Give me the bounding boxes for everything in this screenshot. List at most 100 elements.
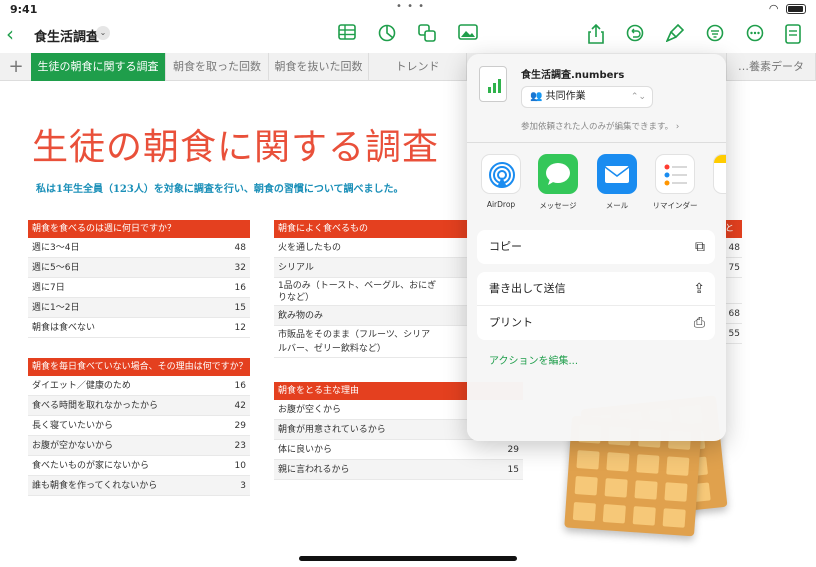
row-label: シリアル [278,263,314,273]
row-label: ダイエット／健康のため [32,381,131,391]
table-header: 朝食を食べるのは週に何日ですか？ [28,220,250,238]
row-label: 食べる時間を取れなかったから [32,401,159,411]
export-action[interactable]: 書き出して送信 ⇪ [477,272,715,306]
row-label: 市販品をそのまま（フルーツ、シリアルバー、ゼリー飲料など） [278,330,431,354]
row-label: 火を通したもの [278,243,342,253]
share-app-airdrop[interactable]: AirDrop [475,154,527,209]
row-value: 16 [234,381,246,391]
table-row[interactable]: 市販品をそのまま（フルーツ、シリアルバー、ゼリー飲料など） [274,326,468,358]
common-foods-table[interactable]: 朝食によく食べるもの 火を通したもの シリアル 1品のみ（トースト、ベーグル、お… [274,220,468,358]
table-row[interactable]: 週に3〜4日 48 [28,238,250,258]
days-table[interactable]: 朝食を食べるのは週に何日ですか？ 週に3〜4日 48 週に5〜6日 32 週に7日 1… [28,220,250,338]
print-action[interactable]: プリント ⎙ [477,306,715,340]
battery-icon [786,4,806,14]
permission-link[interactable]: 参加依頼された人のみが編集できます。 › [521,120,679,132]
copy-group: コピー ⧉ [477,230,715,264]
format-brush-icon[interactable] [664,23,686,46]
table-header: 朝食によく食べるもの [274,220,468,238]
table-header: 朝食を毎日食べていない場合、その理由は何ですか？ [28,358,250,376]
tab-breakfast-count[interactable]: 朝食を取った回数 [166,53,269,81]
tab-nutrition-data[interactable]: …養素データ [726,53,816,81]
row-label: 週に5〜6日 [32,263,80,273]
edit-actions-link[interactable]: アクションを編集... [489,352,578,367]
tab-breakfast-survey[interactable]: 生徒の朝食に関する調査 [31,53,166,81]
row-value: 15 [507,465,519,475]
status-time: 9:41 [10,3,38,16]
shapes-icon[interactable] [416,24,438,46]
status-indicators: ◠ [769,2,806,15]
document-icon[interactable] [782,24,804,46]
collaboration-selector[interactable]: 👥 共同作業 ⌃⌄ [521,86,653,108]
table-row[interactable]: 食べたいものが家にないから 10 [28,456,250,476]
table-row[interactable]: ダイエット／健康のため 16 [28,376,250,396]
chevron-right-icon: › [675,122,680,132]
tab-skipped-count[interactable]: 朝食を抜いた回数 [269,53,369,81]
add-sheet-button[interactable]: + [4,53,28,81]
row-value: 48 [234,243,246,253]
row-value: 12 [234,323,246,333]
share-app-messages[interactable]: メッセージ [532,154,584,211]
divider [467,142,726,143]
row-label: 週に7日 [32,283,65,293]
row-value: 10 [234,461,246,471]
table-row[interactable]: 火を通したもの [274,238,468,258]
organize-icon[interactable] [704,24,726,46]
multitasking-dots[interactable]: • • • [396,1,425,12]
wifi-icon: ◠ [768,2,779,15]
table-row[interactable]: 食べる時間を取れなかったから 42 [28,396,250,416]
table-row[interactable]: 長く寝ていたいから 29 [28,416,250,436]
row-value: 29 [507,445,519,455]
table-row[interactable]: お腹が空かないから 23 [28,436,250,456]
share-sheet: 食生活調査.numbers 👥 共同作業 ⌃⌄ 参加依頼された人のみが編集できま… [467,54,726,441]
file-name: 食生活調査.numbers [521,70,625,81]
table-row[interactable]: 飲み物のみ [274,306,468,326]
export-print-group: 書き出して送信 ⇪ プリント ⎙ [477,272,715,340]
export-icon: ⇪ [693,281,705,297]
permission-text: 参加依頼された人のみが編集できます。 [521,122,674,132]
row-label: お腹が空くから [278,405,342,415]
row-value: 15 [234,303,246,313]
home-indicator[interactable] [299,556,517,561]
share-app-notes[interactable] [707,154,726,194]
chevron-down-icon[interactable]: ⌄ [96,26,110,40]
table-row[interactable]: 朝食は食べない 12 [28,318,250,338]
share-app-reminders[interactable]: リマインダー [649,154,701,211]
document-title[interactable]: 食生活調査 [34,26,99,45]
reasons-not-eating-table[interactable]: 朝食を毎日食べていない場合、その理由は何ですか？ ダイエット／健康のため 16 食… [28,358,250,496]
table-row[interactable]: 親に言われるから 15 [274,460,523,480]
messages-icon [538,154,578,194]
table-row[interactable]: 体に良いから 29 [274,440,523,460]
row-label: 1品のみ（トースト、ベーグル、おにぎりなど） [278,281,437,303]
action-label: コピー [489,240,522,253]
row-label: 朝食は食べない [32,323,96,333]
row-label: 朝食が用意されているから [278,425,386,435]
table-icon[interactable] [336,24,358,46]
app-label: メール [605,201,629,210]
table-row[interactable]: 週に7日 16 [28,278,250,298]
back-button[interactable]: ‹ [6,22,14,46]
table-row[interactable]: 1品のみ（トースト、ベーグル、おにぎりなど） [274,278,468,306]
row-label: 飲み物のみ [278,311,324,321]
mail-icon [597,154,637,194]
media-icon[interactable] [457,24,479,46]
toolbar: ‹ 食生活調査 ⌄ [0,20,816,50]
tab-trend[interactable]: トレンド [369,53,467,81]
undo-icon[interactable] [624,24,646,46]
row-value: 29 [234,421,246,431]
page-title: 生徒の朝食に関する調査 [32,127,440,168]
table-row[interactable]: 誰も朝食を作ってくれないから 3 [28,476,250,496]
more-icon[interactable] [744,24,766,46]
table-row[interactable]: シリアル [274,258,468,278]
share-app-mail[interactable]: メール [591,154,643,211]
chart-icon[interactable] [376,24,398,46]
share-icon[interactable] [585,23,607,46]
table-row[interactable]: 週に1〜2日 15 [28,298,250,318]
row-label: お腹が空かないから [32,441,114,451]
copy-action[interactable]: コピー ⧉ [477,230,715,264]
notes-icon [713,154,726,194]
airdrop-icon [481,154,521,194]
action-label: 書き出して送信 [489,282,566,295]
table-row[interactable]: 週に5〜6日 32 [28,258,250,278]
row-label: 食べたいものが家にないから [32,461,150,471]
people-icon: 👥 [530,91,546,102]
